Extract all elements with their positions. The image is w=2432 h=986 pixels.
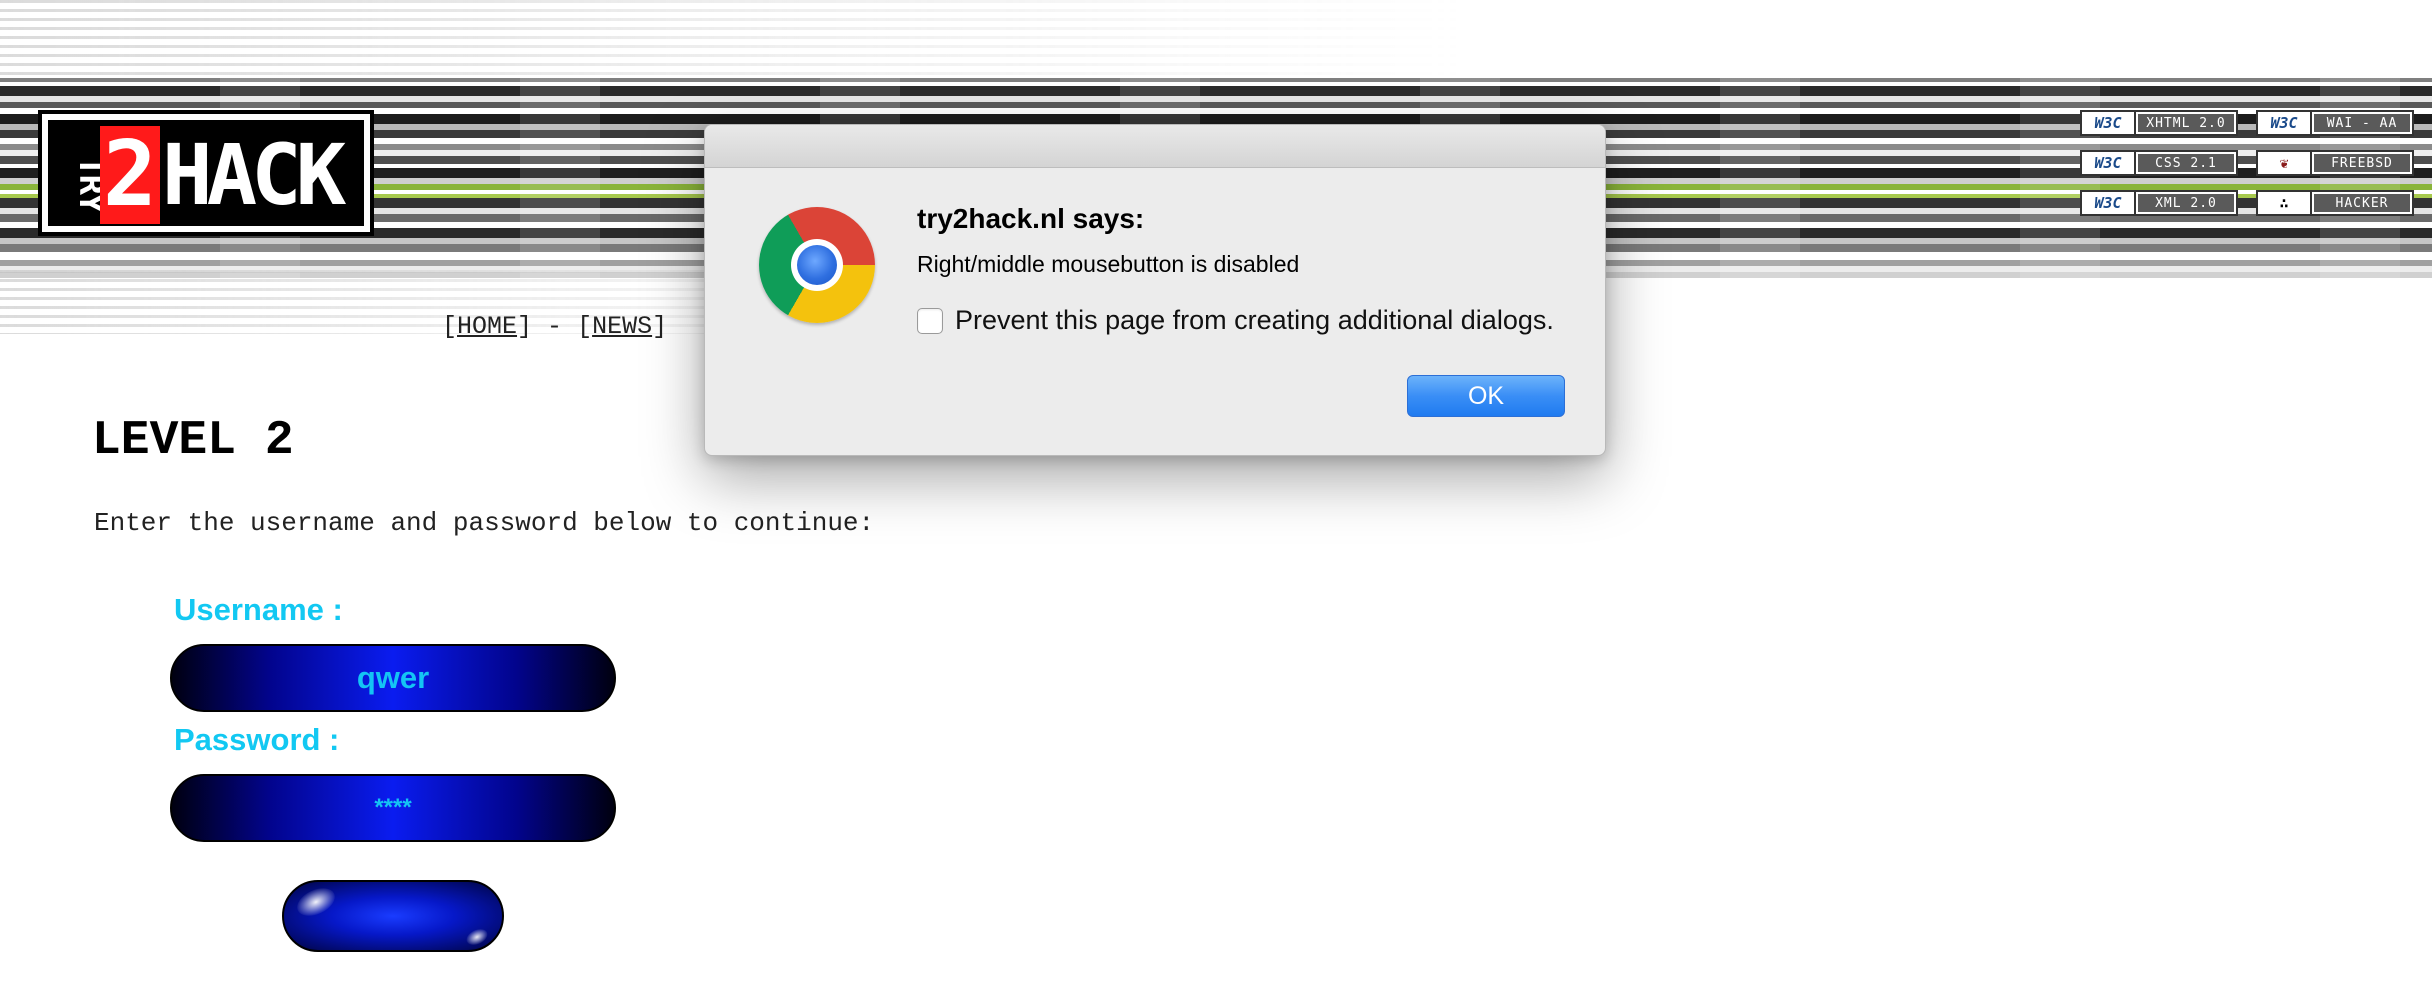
dialog-title: try2hack.nl says: (917, 203, 1145, 234)
badge-freebsd[interactable]: ❦ FREEBSD (2256, 150, 2414, 176)
dialog-message: Right/middle mousebutton is disabled (917, 251, 1300, 277)
nav-bracket: ] (652, 312, 668, 341)
badge-label: FREEBSD (2312, 152, 2412, 174)
badge-hacker[interactable]: ∴ HACKER (2256, 190, 2414, 216)
badge-xml[interactable]: W3C XML 2.0 (2080, 190, 2238, 216)
badge-label: WAI - AA (2312, 112, 2412, 134)
suppress-dialogs-label[interactable]: Prevent this page from creating addition… (955, 305, 1554, 336)
nav-link-home[interactable]: HOME (457, 312, 517, 341)
username-label: Username : (174, 592, 343, 627)
suppress-dialogs-option[interactable]: Prevent this page from creating addition… (917, 305, 1554, 336)
standards-badges: W3C XHTML 2.0 W3C WAI - AA W3C CSS 2.1 ❦… (2080, 110, 2416, 216)
password-label: Password : (174, 722, 340, 757)
header-sweep-top (0, 0, 2432, 78)
alert-dialog: try2hack.nl says: Right/middle mousebutt… (704, 124, 1606, 456)
chrome-icon-core (797, 245, 837, 285)
nav-separator: - (532, 312, 578, 341)
badge-label: HACKER (2312, 192, 2412, 214)
nav-bracket: [ (442, 312, 458, 341)
page-title: LEVEL 2 (92, 414, 294, 468)
glider-icon: ∴ (2258, 192, 2312, 214)
intro-text: Enter the username and password below to… (94, 508, 875, 538)
password-input[interactable]: **** (170, 774, 616, 842)
top-nav: [HOME] - [NEWS] (442, 312, 667, 341)
badge-label: CSS 2.1 (2136, 152, 2236, 174)
badge-label: XHTML 2.0 (2136, 112, 2236, 134)
badge-css[interactable]: W3C CSS 2.1 (2080, 150, 2238, 176)
logo-inner: TRY 2 HACK (48, 120, 364, 226)
freebsd-daemon-icon: ❦ (2258, 152, 2312, 174)
suppress-dialogs-checkbox[interactable] (917, 307, 943, 334)
dialog-titlebar[interactable] (705, 125, 1605, 168)
nav-bracket: ] (517, 312, 533, 341)
badge-label: XML 2.0 (2136, 192, 2236, 214)
button-highlight (292, 882, 340, 922)
site-logo[interactable]: TRY 2 HACK (38, 110, 374, 236)
logo-hack: HACK (162, 126, 346, 224)
chrome-icon (759, 207, 875, 323)
nav-bracket: [ (577, 312, 593, 341)
logo-two: 2 (100, 126, 160, 224)
badge-xhtml[interactable]: W3C XHTML 2.0 (2080, 110, 2238, 136)
w3c-icon: W3C (2082, 192, 2136, 214)
button-highlight (464, 926, 490, 948)
username-input[interactable] (170, 644, 616, 712)
w3c-icon: W3C (2082, 112, 2136, 134)
w3c-icon: W3C (2082, 152, 2136, 174)
badge-wai[interactable]: W3C WAI - AA (2256, 110, 2414, 136)
ok-button[interactable]: OK (1407, 375, 1565, 417)
nav-link-news[interactable]: NEWS (592, 312, 652, 341)
w3c-icon: W3C (2258, 112, 2312, 134)
submit-button[interactable] (282, 880, 504, 952)
